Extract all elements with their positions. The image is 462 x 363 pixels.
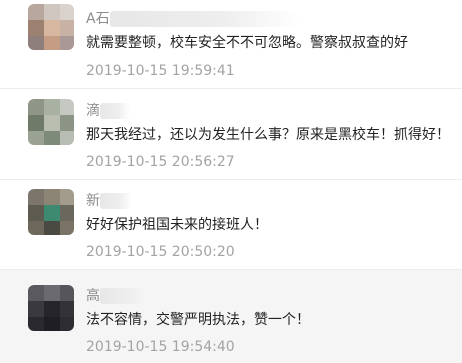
username-mask bbox=[100, 193, 132, 209]
username-mask bbox=[110, 11, 300, 27]
comment-item: A石 就需要整顿，校车安全不不可忽略。警察叔叔查的好 2019-10-15 19… bbox=[0, 0, 462, 88]
username-mask bbox=[100, 103, 130, 119]
comment-username[interactable]: A石 bbox=[86, 10, 110, 28]
comment-username[interactable]: 滴 bbox=[86, 102, 100, 120]
comment-list: A石 就需要整顿，校车安全不不可忽略。警察叔叔查的好 2019-10-15 19… bbox=[0, 0, 462, 363]
user-avatar-icon[interactable] bbox=[28, 189, 74, 235]
comment-timestamp: 2019-10-15 20:56:27 bbox=[86, 154, 235, 170]
comment-timestamp: 2019-10-15 19:54:40 bbox=[86, 339, 235, 355]
comment-text: 就需要整顿，校车安全不不可忽略。警察叔叔查的好 bbox=[86, 35, 408, 51]
username-mask bbox=[100, 288, 146, 304]
user-avatar-icon[interactable] bbox=[28, 99, 74, 145]
comment-text: 法不容情，交警严明执法，赞一个！ bbox=[86, 312, 310, 328]
comment-username[interactable]: 新 bbox=[86, 192, 100, 210]
comment-text: 好好保护祖国未来的接班人！ bbox=[86, 217, 268, 233]
comment-item: 高 法不容情，交警严明执法，赞一个！ 2019-10-15 19:54:40 bbox=[0, 269, 462, 363]
comment-username[interactable]: 高 bbox=[86, 287, 100, 305]
user-avatar-icon[interactable] bbox=[28, 285, 74, 331]
comment-item: 新 好好保护祖国未来的接班人！ 2019-10-15 20:50:20 bbox=[0, 179, 462, 269]
comment-item: 滴 那天我经过，还以为发生什么事？原来是黑校车！抓得好！ 2019-10-15 … bbox=[0, 88, 462, 179]
comment-text: 那天我经过，还以为发生什么事？原来是黑校车！抓得好！ bbox=[86, 127, 450, 143]
comment-timestamp: 2019-10-15 19:59:41 bbox=[86, 63, 235, 79]
user-avatar-icon[interactable] bbox=[28, 4, 74, 50]
comment-timestamp: 2019-10-15 20:50:20 bbox=[86, 244, 235, 260]
